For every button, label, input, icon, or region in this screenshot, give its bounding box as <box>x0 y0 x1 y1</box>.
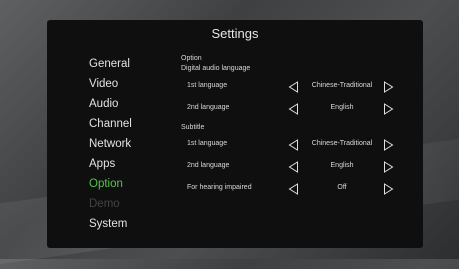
section-label-digital-audio: Digital audio language <box>181 65 251 72</box>
triangle-left-icon[interactable] <box>288 139 299 151</box>
settings-menu: General Video Audio Channel Network Apps… <box>89 54 132 234</box>
triangle-right-icon[interactable] <box>383 161 394 173</box>
section-label-subtitle: Subtitle <box>181 124 205 131</box>
triangle-right-icon[interactable] <box>383 139 394 151</box>
menu-item-channel[interactable]: Channel <box>89 114 132 134</box>
menu-item-general[interactable]: General <box>89 54 132 74</box>
hearing-impaired-row: For hearing impaired Off <box>181 183 401 197</box>
row-value: Chinese-Traditional <box>311 82 373 89</box>
section-label-option: Option <box>181 55 202 62</box>
row-value: Chinese-Traditional <box>311 140 373 147</box>
triangle-left-icon[interactable] <box>288 183 299 195</box>
menu-item-audio[interactable]: Audio <box>89 94 132 114</box>
menu-item-demo: Demo <box>89 198 120 210</box>
subtitle-1st-language-row: 1st language Chinese-Traditional <box>181 139 401 153</box>
triangle-right-icon[interactable] <box>383 183 394 195</box>
row-value: Off <box>337 184 347 191</box>
row-label: 2nd language <box>187 162 230 169</box>
triangle-left-icon[interactable] <box>288 103 299 115</box>
settings-panel: Settings General Video Audio Channel Net… <box>47 20 423 248</box>
row-value: English <box>330 104 354 111</box>
menu-item-network[interactable]: Network <box>89 134 132 154</box>
triangle-left-icon[interactable] <box>288 81 299 93</box>
row-label: 1st language <box>187 82 228 89</box>
page-title: Settings <box>211 26 259 41</box>
row-label: For hearing impaired <box>187 184 252 191</box>
row-label: 1st language <box>187 140 228 147</box>
audio-1st-language-row: 1st language Chinese-Traditional <box>181 81 401 95</box>
subtitle-2nd-language-row: 2nd language English <box>181 161 401 175</box>
menu-item-apps[interactable]: Apps <box>89 154 132 174</box>
menu-item-video[interactable]: Video <box>89 74 132 94</box>
menu-item-option[interactable]: Option <box>89 174 132 194</box>
triangle-right-icon[interactable] <box>383 103 394 115</box>
triangle-right-icon[interactable] <box>383 81 394 93</box>
audio-2nd-language-row: 2nd language English <box>181 103 401 117</box>
triangle-left-icon[interactable] <box>288 161 299 173</box>
menu-item-system[interactable]: System <box>89 214 132 234</box>
row-label: 2nd language <box>187 104 230 111</box>
row-value: English <box>330 162 354 169</box>
